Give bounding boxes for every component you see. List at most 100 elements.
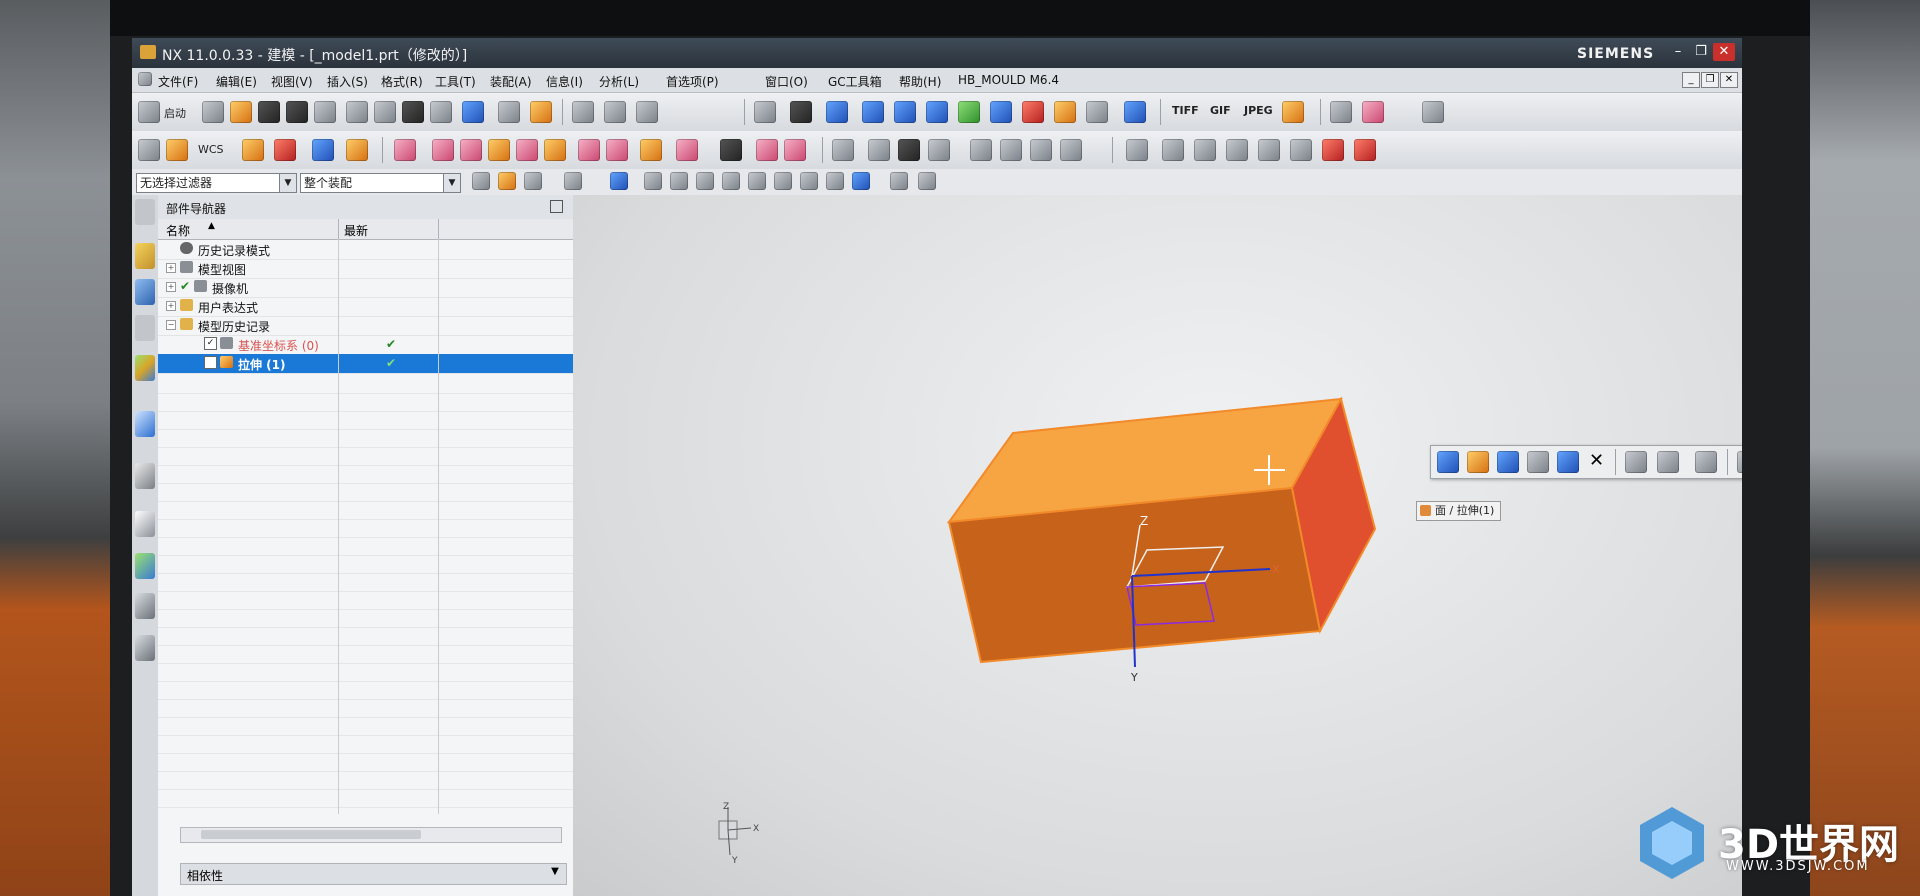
studio-spline-icon[interactable] — [1362, 101, 1384, 123]
save-as-icon[interactable] — [286, 101, 308, 123]
extrude-icon[interactable] — [516, 139, 538, 161]
select-all-icon[interactable] — [524, 172, 542, 190]
menu-assembly[interactable]: 装配(A) — [490, 73, 532, 90]
orient-wcs-icon[interactable] — [312, 139, 334, 161]
menu-window[interactable]: 窗口(O) — [765, 73, 808, 90]
scrollbar-thumb[interactable] — [201, 830, 421, 839]
object-info-icon[interactable] — [1737, 451, 1742, 473]
dependencies-panel[interactable]: 相依性 ▼ — [180, 863, 567, 885]
menu-file[interactable]: 文件(F) — [158, 73, 198, 90]
snap-center-icon[interactable] — [748, 172, 766, 190]
scope-select[interactable]: 整个装配 ▼ — [300, 173, 461, 193]
circle-icon[interactable] — [1030, 139, 1052, 161]
rotate-wcs-icon[interactable] — [274, 139, 296, 161]
hd3d-tools-icon[interactable] — [135, 411, 155, 437]
mdi-restore-button[interactable]: ❐ — [1701, 72, 1719, 88]
sphere-icon[interactable] — [488, 139, 510, 161]
wcs-button[interactable]: WCS — [198, 143, 224, 156]
shell-icon[interactable] — [720, 139, 742, 161]
column-name-header[interactable]: 名称 — [166, 222, 190, 239]
snap-control-icon[interactable] — [696, 172, 714, 190]
edit-parameters-icon[interactable] — [1437, 451, 1459, 473]
wcs-origin-icon[interactable] — [242, 139, 264, 161]
maximize-icon[interactable] — [550, 200, 563, 213]
fillet-icon[interactable] — [1060, 139, 1082, 161]
make-corner-icon[interactable] — [1194, 139, 1216, 161]
undo-icon[interactable] — [462, 101, 484, 123]
tree-item-model-history[interactable]: − 模型历史记录 — [158, 316, 573, 336]
visibility-checkbox[interactable]: ✓ — [204, 356, 217, 369]
line-sketch-icon[interactable] — [970, 139, 992, 161]
revolve-icon[interactable] — [544, 139, 566, 161]
chamfer-icon[interactable] — [784, 139, 806, 161]
collapse-icon[interactable]: − — [166, 320, 176, 330]
view-orient-icon[interactable] — [890, 172, 908, 190]
extract-geometry-icon[interactable] — [1354, 139, 1376, 161]
datum-axis-icon[interactable] — [898, 139, 920, 161]
jpeg-export-button[interactable]: JPEG — [1244, 104, 1273, 117]
offset-curve-icon[interactable] — [1226, 139, 1248, 161]
mirror-curve-icon[interactable] — [1258, 139, 1280, 161]
measure-icon[interactable] — [346, 139, 368, 161]
tiff-export-button[interactable]: TIFF — [1172, 104, 1199, 117]
layer-icon[interactable] — [1022, 101, 1044, 123]
copy-icon[interactable] — [374, 101, 396, 123]
menu-tools[interactable]: 工具(T) — [435, 73, 476, 90]
start-icon[interactable] — [138, 101, 160, 123]
process-studio-icon[interactable] — [135, 553, 155, 579]
section-view-icon[interactable] — [1124, 101, 1146, 123]
pattern-feature-icon[interactable] — [756, 139, 778, 161]
front-view-icon[interactable] — [894, 101, 916, 123]
edge-blend-icon[interactable] — [676, 139, 698, 161]
role-icon[interactable] — [135, 593, 155, 619]
tree-item-user-expressions[interactable]: + 用户表达式 — [158, 297, 573, 317]
snap-existing-point-icon[interactable] — [800, 172, 818, 190]
tree-item-history-mode[interactable]: 历史记录模式 — [158, 240, 573, 260]
lighting-icon[interactable] — [1054, 101, 1076, 123]
menu-edit[interactable]: 编辑(E) — [216, 73, 257, 90]
app-menu-icon[interactable] — [138, 72, 152, 86]
sketch-icon[interactable] — [832, 139, 854, 161]
rectangle-select-icon[interactable] — [564, 172, 582, 190]
shaded-view-icon[interactable] — [790, 101, 812, 123]
history-icon[interactable] — [135, 511, 155, 537]
perspective-icon[interactable] — [990, 101, 1012, 123]
profile-icon[interactable] — [928, 139, 950, 161]
fit-view-icon[interactable] — [754, 101, 776, 123]
constraint-navigator-icon[interactable] — [135, 279, 155, 305]
wireframe-view-icon[interactable] — [926, 101, 948, 123]
minimize-button[interactable]: – — [1667, 43, 1689, 61]
reuse-library-icon[interactable] — [135, 355, 155, 381]
column-latest-header[interactable]: 最新 — [344, 222, 368, 239]
cone-icon[interactable] — [460, 139, 482, 161]
open-folder-icon[interactable] — [230, 101, 252, 123]
chevron-down-icon[interactable]: ▼ — [548, 866, 562, 880]
menu-preferences[interactable]: 首选项(P) — [666, 73, 719, 90]
paste-icon[interactable] — [402, 101, 424, 123]
redo-icon[interactable] — [498, 101, 520, 123]
csys-icon[interactable] — [166, 139, 188, 161]
snap-point-icon[interactable] — [498, 172, 516, 190]
hide-icon[interactable] — [1497, 451, 1519, 473]
quick-extend-icon[interactable] — [1162, 139, 1184, 161]
menu-analysis[interactable]: 分析(L) — [599, 73, 639, 90]
edit-object-icon[interactable] — [572, 101, 594, 123]
web-browser-icon[interactable] — [135, 463, 155, 489]
settings-icon[interactable] — [135, 199, 155, 225]
menu-insert[interactable]: 插入(S) — [327, 73, 368, 90]
delete-icon[interactable] — [430, 101, 452, 123]
navigator-scrollbar[interactable] — [180, 827, 562, 843]
tree-item-extrude[interactable]: ✓ 拉伸 (1) ✔ — [158, 354, 573, 374]
menu-format[interactable]: 格式(R) — [381, 73, 423, 90]
menu-hb-mould[interactable]: HB_MOULD M6.4 — [958, 73, 1059, 87]
snap-endpoint-icon[interactable] — [644, 172, 662, 190]
system-scene-icon[interactable] — [135, 635, 155, 661]
print-icon[interactable] — [314, 101, 336, 123]
menu-view[interactable]: 视图(V) — [271, 73, 313, 90]
color-display-icon[interactable] — [958, 101, 980, 123]
selection-filter-icon[interactable] — [472, 172, 490, 190]
tree-item-model-views[interactable]: + 模型视图 — [158, 259, 573, 279]
block-icon[interactable] — [394, 139, 416, 161]
save-icon[interactable] — [258, 101, 280, 123]
sketch-view-icon[interactable] — [1422, 101, 1444, 123]
